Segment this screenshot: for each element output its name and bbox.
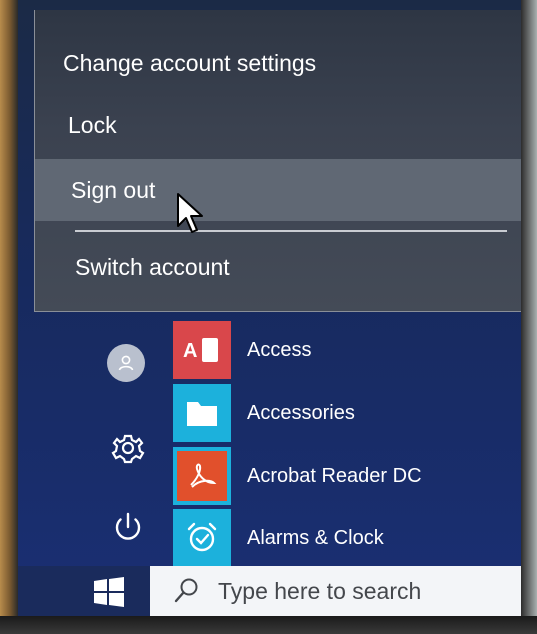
account-menu: Change account settings Lock Sign out Sw… — [34, 10, 521, 312]
windows-start-icon[interactable] — [90, 576, 128, 608]
app-list-item-acrobat-reader-dc[interactable]: Acrobat Reader DC — [173, 446, 503, 506]
menu-divider — [75, 230, 507, 232]
alarm-clock-icon — [173, 509, 231, 567]
search-input[interactable]: Type here to search — [150, 566, 521, 616]
gear-icon[interactable] — [108, 428, 148, 468]
monitor-bezel-bottom — [0, 616, 537, 634]
power-icon[interactable] — [108, 506, 148, 546]
sign-out-item[interactable]: Sign out — [35, 159, 521, 221]
screen: Change account settings Lock Sign out Sw… — [18, 0, 521, 616]
app-label: Alarms & Clock — [247, 526, 384, 549]
app-label: Accessories — [247, 401, 355, 424]
monitor-bezel-left — [0, 0, 18, 634]
app-label: Access — [247, 338, 312, 361]
switch-account-item[interactable]: Switch account — [35, 238, 521, 296]
folder-icon — [173, 384, 231, 442]
app-label: Acrobat Reader DC — [247, 464, 422, 487]
change-account-settings-item[interactable]: Change account settings — [35, 34, 521, 92]
user-avatar-icon[interactable] — [107, 344, 145, 382]
app-list-item-accessories[interactable]: Accessories — [173, 383, 503, 443]
start-menu-rail — [58, 312, 170, 566]
taskbar: Type here to search — [18, 566, 521, 616]
lock-item[interactable]: Lock — [35, 96, 521, 154]
svg-text:A: A — [183, 340, 197, 362]
app-list-item-access[interactable]: A Access — [173, 320, 503, 380]
acrobat-icon — [173, 447, 231, 505]
search-icon — [174, 578, 198, 603]
search-placeholder: Type here to search — [218, 577, 422, 604]
access-icon: A — [173, 321, 231, 379]
app-list-item-alarms-clock[interactable]: Alarms & Clock — [173, 508, 503, 568]
mouse-cursor-icon — [177, 193, 203, 233]
monitor-bezel-right — [521, 0, 537, 634]
